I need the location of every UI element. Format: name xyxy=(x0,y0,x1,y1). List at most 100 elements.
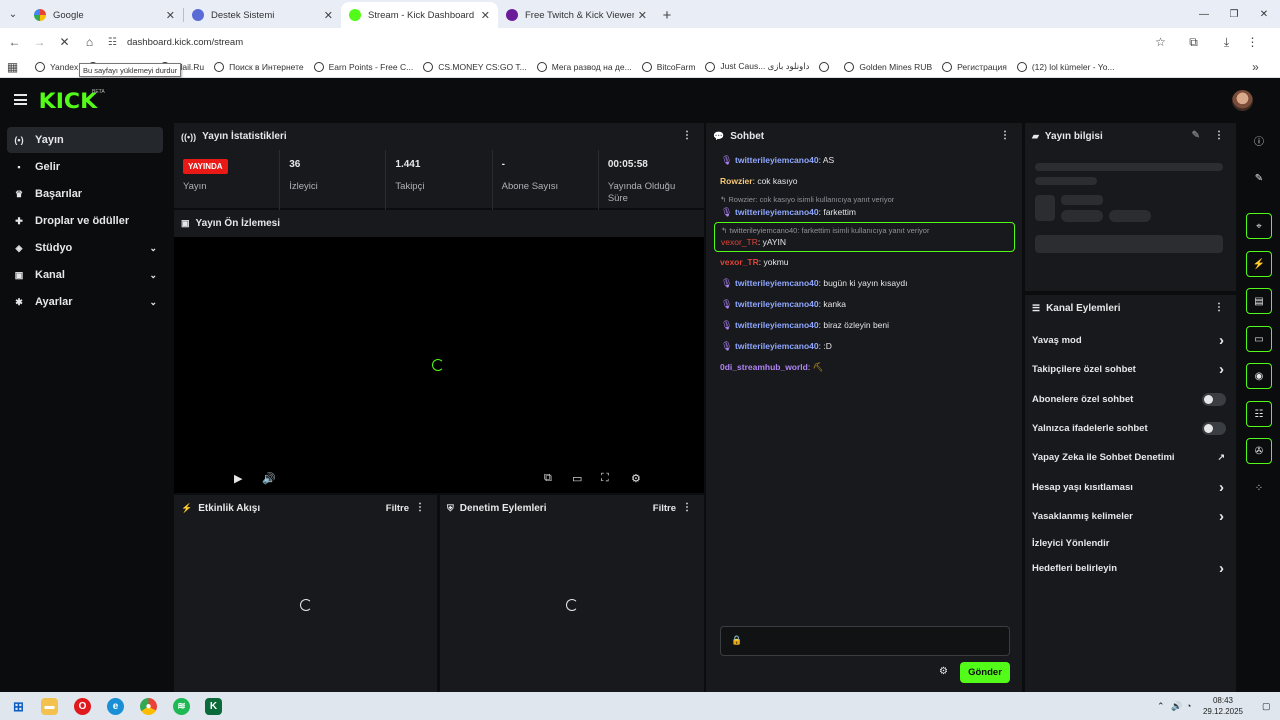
external-link-icon[interactable]: ↗ xyxy=(1217,452,1225,463)
chat-username[interactable]: vexor_TR xyxy=(720,257,759,267)
tray-chevron-icon[interactable]: ⌃ xyxy=(1157,701,1165,712)
spotify-icon[interactable]: ≋ xyxy=(173,698,190,715)
channel-action-row[interactable]: Yapay Zeka ile Sohbet Denetimi ↗ xyxy=(1025,443,1236,472)
user-avatar[interactable] xyxy=(1232,90,1253,111)
sidebar-item-1[interactable]: ▪ Gelir xyxy=(7,154,163,180)
panel-menu-icon[interactable]: ⋮ xyxy=(1000,131,1010,141)
extensions-icon[interactable]: ⧉ xyxy=(1181,30,1206,54)
channel-action-row[interactable]: Abonelere özel sohbet xyxy=(1025,385,1236,414)
chat-username[interactable]: vexor_TR xyxy=(721,237,758,247)
chat-username[interactable]: Rowzier xyxy=(720,176,753,186)
chat-username[interactable]: twitterileyiemcano40 xyxy=(735,278,819,288)
chevron-right-icon[interactable]: › xyxy=(1219,560,1224,577)
edit-icon[interactable]: ✎ xyxy=(1246,165,1272,191)
theater-mode-icon[interactable]: ▭ xyxy=(572,472,582,485)
restore-icon[interactable]: ❐ xyxy=(1218,0,1250,28)
minimize-icon[interactable]: — xyxy=(1188,0,1220,28)
sidebar-item-2[interactable]: ♛ Başarılar xyxy=(7,181,163,207)
channel-action-row[interactable]: Yavaş mod › xyxy=(1025,326,1236,355)
broadcast-icon[interactable]: ◉ xyxy=(1246,363,1272,389)
window-close-icon[interactable]: ✕ xyxy=(1248,0,1280,28)
panel-menu-icon[interactable]: ⋮ xyxy=(682,503,692,513)
fullscreen-icon[interactable]: ⛶ xyxy=(601,472,609,485)
volume-icon[interactable]: 🔊 xyxy=(262,472,276,485)
bookmark-item[interactable]: (12) lol kümeler - Yo... xyxy=(1016,61,1115,72)
activity-filter-button[interactable]: Filtre xyxy=(386,503,409,514)
bookmark-item[interactable]: Регистрация xyxy=(942,61,1007,72)
panel-menu-icon[interactable]: ⋮ xyxy=(415,503,425,513)
file-explorer-icon[interactable]: ▬ xyxy=(41,698,58,715)
chevron-right-icon[interactable]: › xyxy=(1219,332,1224,349)
video-player[interactable]: ▶ 🔊 ⧉ ▭ ⛶ ⚙ xyxy=(174,237,704,493)
toggle-switch[interactable] xyxy=(1202,422,1226,436)
system-clock[interactable]: 08:43 29.12.2025 xyxy=(1200,695,1246,717)
bookmark-item[interactable] xyxy=(819,61,834,72)
bookmark-star-icon[interactable]: ☆ xyxy=(1148,30,1173,54)
tab-close-icon[interactable]: ✕ xyxy=(166,9,175,22)
panel-menu-icon[interactable]: ⋮ xyxy=(1214,131,1224,141)
chat-username[interactable]: twitterileyiemcano40 xyxy=(735,299,819,309)
notifications-icon[interactable]: ▢ xyxy=(1262,701,1271,712)
browser-tab-google[interactable]: Google ✕ xyxy=(26,2,183,28)
bookmark-item[interactable]: Поиск в Интернете xyxy=(214,61,304,72)
tab-close-icon[interactable]: ✕ xyxy=(638,9,647,22)
browser-menu-icon[interactable]: ⋮ xyxy=(1240,30,1265,54)
back-arrow-icon[interactable]: ← xyxy=(2,30,27,54)
chat-username[interactable]: twitterileyiemcano40 xyxy=(735,155,819,165)
bolt-icon[interactable]: ⚡ xyxy=(1246,251,1272,277)
bookmark-item[interactable]: Earn Points - Free C... xyxy=(313,61,413,72)
home-icon[interactable]: ⌂ xyxy=(77,30,102,54)
tab-search-icon[interactable]: ⌄ xyxy=(0,0,26,28)
chat-username[interactable]: twitterileyiemcano40 xyxy=(735,341,819,351)
sidebar-item-6[interactable]: ✱ Ayarlar ⌄ xyxy=(7,289,163,315)
channel-action-row[interactable]: Yasaklanmış kelimeler › xyxy=(1025,502,1236,531)
bookmarks-overflow-icon[interactable]: » xyxy=(1243,55,1268,79)
mini-player-icon[interactable]: ⧉ xyxy=(544,472,552,485)
chevron-right-icon[interactable]: › xyxy=(1219,508,1224,525)
channel-action-row[interactable]: Yalnızca ifadelerle sohbet xyxy=(1025,414,1236,443)
queue-icon[interactable]: ☷ xyxy=(1246,401,1272,427)
address-bar[interactable]: ☷ dashboard.kick.com/stream xyxy=(102,31,1137,53)
channel-action-row[interactable]: Hesap yaşı kısıtlaması › xyxy=(1025,472,1236,501)
note-icon[interactable]: ▤ xyxy=(1246,288,1272,314)
download-icon[interactable]: ⤓ xyxy=(1214,30,1239,54)
browser-tab-free-viewers[interactable]: Free Twitch & Kick Viewers - Tr... ✕ xyxy=(498,2,655,28)
opera-icon[interactable]: O xyxy=(74,698,91,715)
scan-icon[interactable]: ⌖ xyxy=(1246,213,1272,239)
tab-close-icon[interactable]: ✕ xyxy=(481,9,490,22)
bookmark-item[interactable]: CS.MONEY CS:GO T... xyxy=(423,61,527,72)
sidebar-item-3[interactable]: ✚ Droplar ve ödüller xyxy=(7,208,163,234)
kick-app-icon[interactable]: K xyxy=(205,698,222,715)
add-widget-icon[interactable]: ⁘ xyxy=(1246,475,1272,501)
bookmark-item[interactable]: Golden Mines RUB xyxy=(844,61,932,72)
hamburger-menu-icon[interactable] xyxy=(14,94,27,105)
chat-username[interactable]: 0di_streamhub_world xyxy=(720,362,808,372)
chat-icon[interactable]: ▭ xyxy=(1246,326,1272,352)
play-icon[interactable]: ▶ xyxy=(234,472,242,485)
tray-audio-icon[interactable]: 🔊 xyxy=(1171,701,1182,712)
channel-action-row[interactable]: Hedefleri belirleyin › xyxy=(1025,556,1236,581)
wrench-icon[interactable]: ✇ xyxy=(1246,438,1272,464)
new-tab-button[interactable]: + xyxy=(655,2,679,28)
chrome-icon[interactable]: ● xyxy=(140,698,157,715)
kick-logo[interactable]: KICK xyxy=(39,89,98,113)
bookmark-item[interactable]: Мега развод на де... xyxy=(536,61,632,72)
moderation-filter-button[interactable]: Filtre xyxy=(653,503,676,514)
chat-username[interactable]: twitterileyiemcano40 xyxy=(735,320,819,330)
sidebar-item-5[interactable]: ▣ Kanal ⌄ xyxy=(7,262,163,288)
chevron-down-icon[interactable]: ⌄ xyxy=(149,270,157,281)
toggle-switch[interactable] xyxy=(1202,392,1226,406)
tray-wifi-icon[interactable]: ◔ xyxy=(1186,701,1191,711)
browser-tab-kick-dashboard[interactable]: Stream - Kick Dashboard ✕ xyxy=(341,2,498,28)
site-info-icon[interactable]: ☷ xyxy=(108,37,117,48)
info-icon[interactable]: ⓘ xyxy=(1246,127,1272,153)
edit-pencil-icon[interactable]: ✎ xyxy=(1192,131,1200,141)
panel-menu-icon[interactable]: ⋮ xyxy=(1214,303,1224,313)
channel-action-row[interactable]: Takipçilere özel sohbet › xyxy=(1025,355,1236,384)
chevron-right-icon[interactable]: › xyxy=(1219,479,1224,496)
apps-grid-icon[interactable]: ▦ xyxy=(0,55,25,79)
forward-arrow-icon[interactable]: → xyxy=(27,30,52,54)
channel-action-row[interactable]: İzleyici Yönlendir xyxy=(1025,531,1236,556)
bookmark-item[interactable]: BitcoFarm xyxy=(641,61,695,72)
panel-menu-icon[interactable]: ⋮ xyxy=(682,131,692,141)
